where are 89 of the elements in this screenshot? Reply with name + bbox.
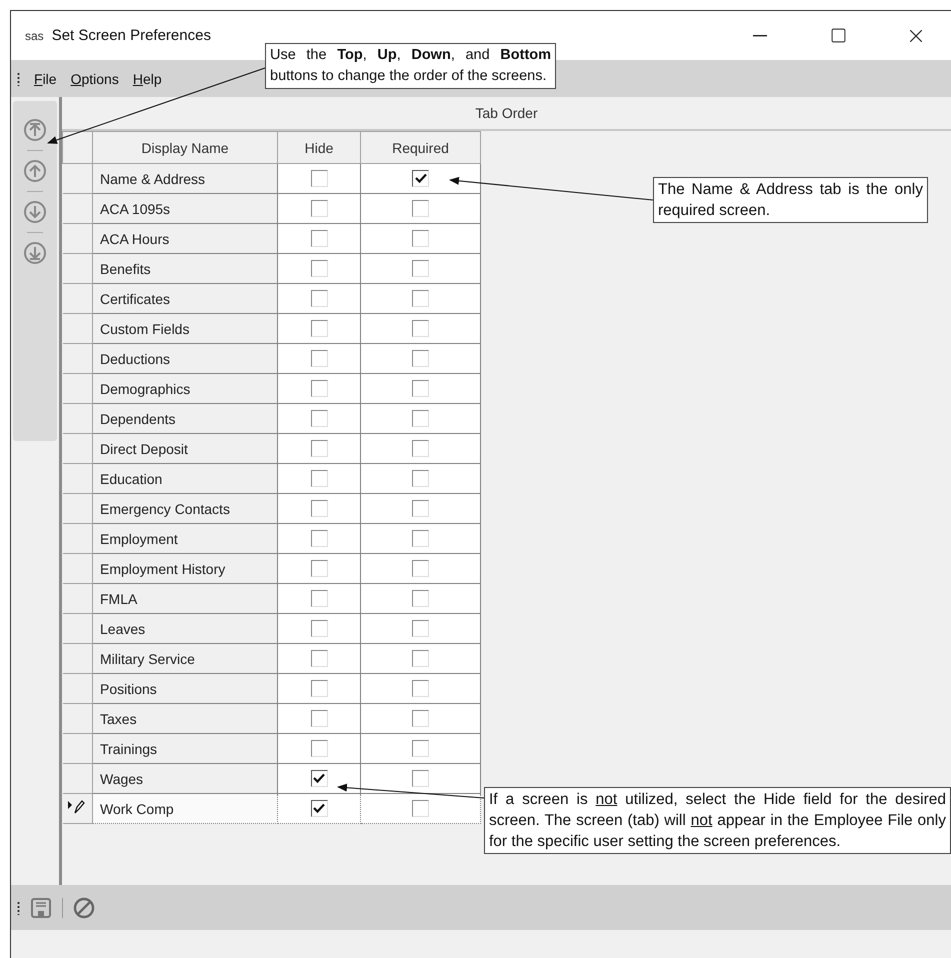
minimize-icon — [753, 34, 767, 36]
callout-note: Use the Top, Up, Down, and Bottom buttons to change the order of the screens. — [265, 43, 556, 89]
checkbox[interactable] — [310, 410, 328, 428]
table-cell: Education — [92, 464, 278, 494]
table-cell: FMLA — [92, 584, 278, 614]
checkbox[interactable] — [412, 680, 429, 698]
checkbox[interactable] — [412, 410, 429, 428]
checkbox[interactable] — [412, 290, 429, 308]
checkbox[interactable] — [412, 380, 429, 398]
checkbox[interactable] — [310, 380, 328, 398]
grip-icon — [17, 900, 20, 914]
column-header[interactable]: Display Name — [92, 132, 278, 164]
move-bottom-button[interactable] — [22, 240, 48, 266]
checkbox[interactable] — [412, 320, 429, 338]
move-down-button[interactable] — [22, 199, 48, 225]
table-cell: Custom Fields — [92, 314, 278, 344]
table-cell: Positions — [92, 674, 278, 704]
checkbox[interactable] — [310, 800, 328, 818]
window-title: Set Screen Preferences — [52, 27, 212, 44]
checkbox[interactable] — [412, 560, 429, 578]
table-cell: Emergency Contacts — [92, 494, 278, 524]
table-cell: Wages — [92, 764, 278, 794]
table-cell: Taxes — [92, 704, 278, 734]
checkbox[interactable] — [310, 290, 328, 308]
checkbox[interactable] — [310, 770, 328, 788]
checkbox[interactable] — [310, 680, 328, 698]
checkbox[interactable] — [412, 170, 429, 188]
move-top-button[interactable] — [22, 117, 48, 143]
checkbox[interactable] — [412, 350, 429, 368]
checkbox[interactable] — [310, 560, 328, 578]
table-cell: Certificates — [92, 284, 278, 314]
checkbox[interactable] — [412, 800, 429, 818]
move-up-button[interactable] — [22, 158, 48, 184]
checkbox[interactable] — [412, 470, 429, 488]
check-icon — [313, 803, 325, 814]
grip-icon — [17, 72, 20, 86]
checkbox[interactable] — [310, 620, 328, 638]
checkbox[interactable] — [412, 770, 429, 788]
table-cell: Military Service — [92, 644, 278, 674]
checkbox[interactable] — [310, 200, 328, 218]
checkbox[interactable] — [310, 590, 328, 608]
checkbox[interactable] — [412, 530, 429, 548]
checkbox[interactable] — [412, 710, 429, 728]
table-cell: Employment History — [92, 554, 278, 584]
checkbox[interactable] — [310, 500, 328, 518]
callout-note: The Name & Address tab is the only required screen. — [653, 177, 928, 223]
table-cell: Trainings — [92, 734, 278, 764]
checkbox[interactable] — [412, 440, 429, 458]
table-cell: Direct Deposit — [92, 434, 278, 464]
table-cell: ACA 1095s — [92, 194, 278, 224]
column-header[interactable]: Hide — [278, 132, 360, 164]
maximize-icon — [830, 27, 846, 44]
table-cell: Benefits — [92, 254, 278, 284]
table-cell: Demographics — [92, 374, 278, 404]
checkbox[interactable] — [310, 740, 328, 758]
callout-note: If a screen is not utilized, select the Hide field for the desired screen. The screen (tab) will not appear in the Employee File only for the specific user setting the screen preferences. — [484, 787, 951, 854]
checkbox[interactable] — [412, 500, 429, 518]
table-cell: Work Comp — [92, 794, 278, 824]
checkbox[interactable] — [310, 530, 328, 548]
table-cell: Leaves — [92, 614, 278, 644]
menu-item[interactable]: Help — [132, 70, 162, 86]
check-icon — [313, 773, 325, 784]
menu-item[interactable]: File — [34, 70, 57, 86]
app-logo: sas — [25, 28, 44, 42]
checkbox[interactable] — [310, 230, 328, 248]
checkbox[interactable] — [412, 590, 429, 608]
table-cell: Employment — [92, 524, 278, 554]
table-cell: ACA Hours — [92, 224, 278, 254]
table-cell: Deductions — [92, 344, 278, 374]
checkbox[interactable] — [412, 260, 429, 278]
checkbox[interactable] — [412, 230, 429, 248]
checkbox[interactable] — [310, 440, 328, 458]
checkbox[interactable] — [310, 350, 328, 368]
column-header[interactable]: Required — [360, 132, 480, 164]
table-cell: Dependents — [92, 404, 278, 434]
checkbox[interactable] — [310, 710, 328, 728]
checkbox[interactable] — [310, 470, 328, 488]
check-icon — [414, 173, 426, 184]
checkbox[interactable] — [412, 620, 429, 638]
table-cell: Name & Address — [92, 164, 278, 194]
menu-item[interactable]: Options — [70, 70, 119, 86]
checkbox[interactable] — [412, 740, 429, 758]
checkbox[interactable] — [412, 200, 429, 218]
checkbox[interactable] — [310, 260, 328, 278]
checkbox[interactable] — [310, 320, 328, 338]
prohibited-icon — [73, 896, 95, 918]
checkbox[interactable] — [310, 170, 328, 188]
checkbox[interactable] — [310, 650, 328, 668]
checkbox[interactable] — [412, 650, 429, 668]
